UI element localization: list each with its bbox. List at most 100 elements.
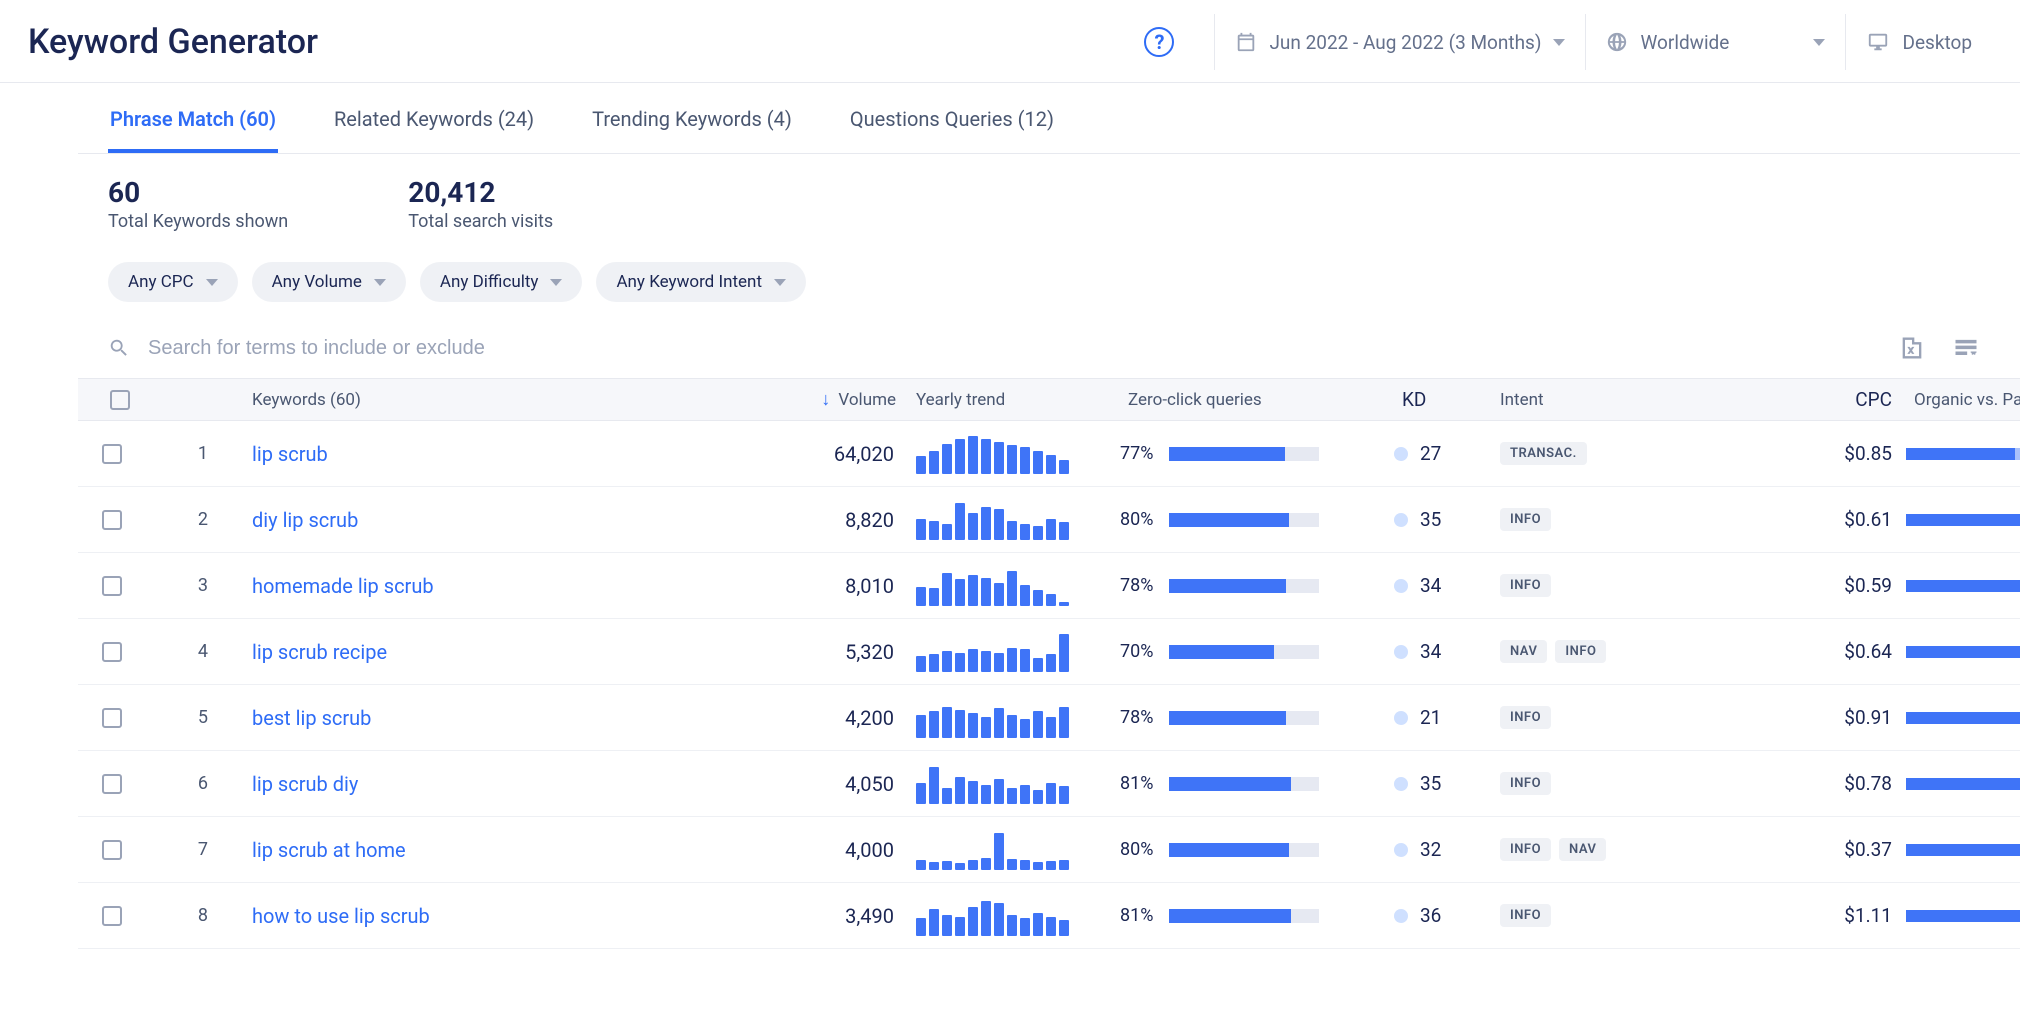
zero-click-bar bbox=[1169, 711, 1319, 725]
intent-badge: INFO bbox=[1500, 772, 1551, 795]
cpc-value: $0.85 bbox=[1736, 442, 1906, 465]
kd-cell: 27 bbox=[1394, 442, 1494, 465]
keyword-link[interactable]: lip scrub recipe bbox=[252, 640, 387, 664]
kd-dot-icon bbox=[1394, 447, 1408, 461]
keyword-link[interactable]: diy lip scrub bbox=[252, 508, 358, 532]
intent-cell: INFO bbox=[1494, 772, 1736, 795]
intent-badge: INFO bbox=[1555, 640, 1606, 663]
kd-value: 32 bbox=[1420, 838, 1441, 861]
row-index: 8 bbox=[144, 905, 234, 926]
kd-dot-icon bbox=[1394, 711, 1408, 725]
row-checkbox[interactable] bbox=[102, 906, 122, 926]
col-kd[interactable]: KD bbox=[1394, 388, 1494, 411]
filter-cpc[interactable]: Any CPC bbox=[108, 262, 238, 302]
intent-cell: INFO NAV bbox=[1494, 838, 1736, 861]
cpc-value: $1.11 bbox=[1736, 904, 1906, 927]
col-intent[interactable]: Intent bbox=[1494, 390, 1736, 410]
col-organic-vs-paid[interactable]: Organic vs. Paid bbox=[1906, 390, 2020, 410]
export-excel-icon[interactable] bbox=[1898, 334, 1926, 362]
organic-vs-paid-bar bbox=[1906, 646, 2020, 658]
intent-badge: INFO bbox=[1500, 904, 1551, 927]
filter-cpc-label: Any CPC bbox=[128, 272, 194, 292]
intent-cell: TRANSAC. bbox=[1494, 442, 1736, 465]
page-title: Keyword Generator bbox=[28, 22, 318, 62]
intent-cell: INFO bbox=[1494, 574, 1736, 597]
tab[interactable]: Trending Keywords (4) bbox=[590, 101, 794, 153]
kd-dot-icon bbox=[1394, 909, 1408, 923]
keyword-link[interactable]: homemade lip scrub bbox=[252, 574, 434, 598]
zero-click-bar bbox=[1169, 447, 1319, 461]
table-row: 8how to use lip scrub3,49081%36INFO$1.11… bbox=[78, 883, 2020, 949]
date-range-selector[interactable]: Jun 2022 - Aug 2022 (3 Months) bbox=[1214, 14, 1585, 70]
chevron-down-icon bbox=[1553, 39, 1565, 46]
cpc-value: $0.59 bbox=[1736, 574, 1906, 597]
col-keywords[interactable]: Keywords (60) bbox=[234, 390, 694, 410]
keyword-link[interactable]: lip scrub at home bbox=[252, 838, 406, 862]
row-checkbox[interactable] bbox=[102, 774, 122, 794]
kd-dot-icon bbox=[1394, 579, 1408, 593]
zero-click-cell: 80% bbox=[1120, 509, 1394, 530]
row-checkbox[interactable] bbox=[102, 840, 122, 860]
cpc-value: $0.91 bbox=[1736, 706, 1906, 729]
kd-value: 34 bbox=[1420, 574, 1441, 597]
table-row: 2diy lip scrub8,82080%35INFO$0.61N bbox=[78, 487, 2020, 553]
device-selector[interactable]: Desktop bbox=[1845, 14, 1992, 70]
row-checkbox[interactable] bbox=[102, 642, 122, 662]
filter-intent-label: Any Keyword Intent bbox=[616, 272, 762, 292]
search-input[interactable] bbox=[148, 337, 1878, 360]
organic-vs-paid-cell bbox=[1906, 514, 2020, 526]
row-index: 1 bbox=[144, 443, 234, 464]
tab[interactable]: Questions Queries (12) bbox=[848, 101, 1056, 153]
organic-vs-paid-cell bbox=[1906, 910, 2020, 922]
filter-intent[interactable]: Any Keyword Intent bbox=[596, 262, 806, 302]
row-index: 7 bbox=[144, 839, 234, 860]
col-trend[interactable]: Yearly trend bbox=[904, 390, 1120, 410]
tab[interactable]: Phrase Match (60) bbox=[108, 101, 278, 153]
help-button[interactable]: ? bbox=[1144, 27, 1174, 57]
row-checkbox[interactable] bbox=[102, 708, 122, 728]
kd-cell: 21 bbox=[1394, 706, 1494, 729]
zero-click-bar bbox=[1169, 777, 1319, 791]
filter-difficulty[interactable]: Any Difficulty bbox=[420, 262, 583, 302]
organic-vs-paid-bar bbox=[1906, 448, 2020, 460]
table-row: 3homemade lip scrub8,01078%34INFO$0.59N bbox=[78, 553, 2020, 619]
volume-value: 64,020 bbox=[694, 442, 904, 466]
columns-settings-icon[interactable] bbox=[1952, 334, 1980, 362]
intent-badge: NAV bbox=[1500, 640, 1547, 663]
col-cpc[interactable]: CPC bbox=[1736, 388, 1906, 411]
kd-cell: 34 bbox=[1394, 574, 1494, 597]
intent-badge: NAV bbox=[1559, 838, 1606, 861]
zero-click-cell: 80% bbox=[1120, 839, 1394, 860]
kd-dot-icon bbox=[1394, 513, 1408, 527]
region-selector[interactable]: Worldwide bbox=[1585, 14, 1845, 70]
total-keywords-value: 60 bbox=[108, 176, 288, 209]
trend-sparkline bbox=[904, 896, 1120, 936]
select-all-checkbox[interactable] bbox=[110, 390, 130, 410]
keyword-link[interactable]: lip scrub bbox=[252, 442, 328, 466]
zero-click-pct: 70% bbox=[1120, 641, 1153, 662]
tab[interactable]: Related Keywords (24) bbox=[332, 101, 536, 153]
desktop-icon bbox=[1866, 31, 1890, 53]
trend-sparkline bbox=[904, 434, 1120, 474]
total-visits-value: 20,412 bbox=[408, 176, 553, 209]
row-checkbox[interactable] bbox=[102, 576, 122, 596]
keyword-link[interactable]: best lip scrub bbox=[252, 706, 371, 730]
intent-badge: INFO bbox=[1500, 838, 1551, 861]
filter-volume[interactable]: Any Volume bbox=[252, 262, 406, 302]
organic-vs-paid-cell bbox=[1906, 646, 2020, 658]
cpc-value: $0.37 bbox=[1736, 838, 1906, 861]
zero-click-bar bbox=[1169, 513, 1319, 527]
col-volume[interactable]: ↓Volume bbox=[694, 389, 904, 410]
keyword-link[interactable]: lip scrub diy bbox=[252, 772, 358, 796]
row-index: 4 bbox=[144, 641, 234, 662]
row-checkbox[interactable] bbox=[102, 510, 122, 530]
intent-badge: INFO bbox=[1500, 508, 1551, 531]
keyword-link[interactable]: how to use lip scrub bbox=[252, 904, 430, 928]
chevron-down-icon bbox=[1813, 39, 1825, 46]
row-checkbox[interactable] bbox=[102, 444, 122, 464]
organic-vs-paid-cell bbox=[1906, 448, 2020, 460]
col-zero-click[interactable]: Zero-click queries bbox=[1120, 390, 1394, 410]
zero-click-cell: 78% bbox=[1120, 575, 1394, 596]
table-row: 4lip scrub recipe5,32070%34NAVINFO$0.64N bbox=[78, 619, 2020, 685]
zero-click-pct: 78% bbox=[1120, 575, 1153, 596]
